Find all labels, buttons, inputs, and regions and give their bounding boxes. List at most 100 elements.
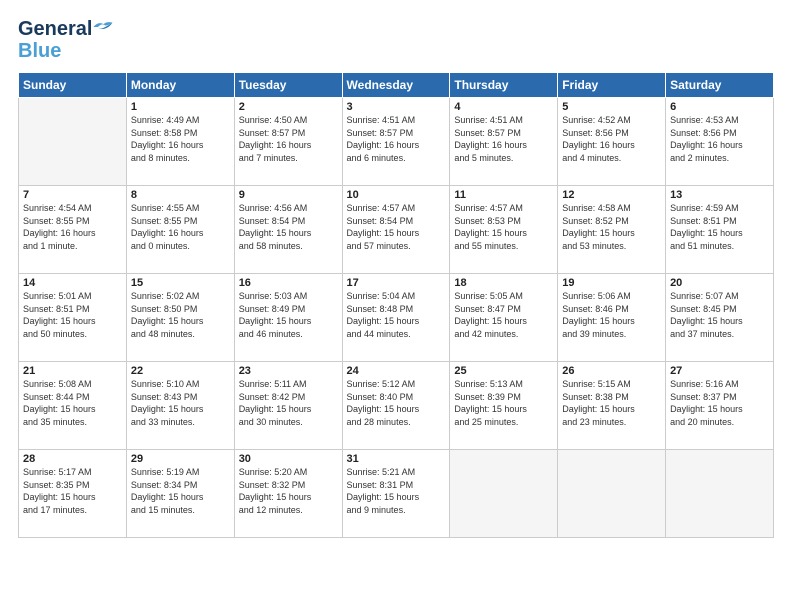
day-cell: 9Sunrise: 4:56 AMSunset: 8:54 PMDaylight…: [234, 186, 342, 274]
day-cell: 13Sunrise: 4:59 AMSunset: 8:51 PMDayligh…: [666, 186, 774, 274]
day-info: Sunrise: 5:07 AMSunset: 8:45 PMDaylight:…: [670, 290, 769, 340]
day-cell: 27Sunrise: 5:16 AMSunset: 8:37 PMDayligh…: [666, 362, 774, 450]
calendar-table: SundayMondayTuesdayWednesdayThursdayFrid…: [18, 72, 774, 538]
day-info: Sunrise: 5:08 AMSunset: 8:44 PMDaylight:…: [23, 378, 122, 428]
day-info: Sunrise: 5:01 AMSunset: 8:51 PMDaylight:…: [23, 290, 122, 340]
week-row-4: 21Sunrise: 5:08 AMSunset: 8:44 PMDayligh…: [19, 362, 774, 450]
day-cell: 7Sunrise: 4:54 AMSunset: 8:55 PMDaylight…: [19, 186, 127, 274]
day-info: Sunrise: 5:05 AMSunset: 8:47 PMDaylight:…: [454, 290, 553, 340]
day-info: Sunrise: 5:17 AMSunset: 8:35 PMDaylight:…: [23, 466, 122, 516]
day-number: 12: [562, 189, 661, 201]
day-info: Sunrise: 4:57 AMSunset: 8:53 PMDaylight:…: [454, 202, 553, 252]
day-cell: [558, 450, 666, 538]
day-number: 15: [131, 277, 230, 289]
day-cell: 25Sunrise: 5:13 AMSunset: 8:39 PMDayligh…: [450, 362, 558, 450]
col-header-saturday: Saturday: [666, 73, 774, 98]
day-cell: 16Sunrise: 5:03 AMSunset: 8:49 PMDayligh…: [234, 274, 342, 362]
day-cell: 5Sunrise: 4:52 AMSunset: 8:56 PMDaylight…: [558, 98, 666, 186]
day-number: 19: [562, 277, 661, 289]
day-info: Sunrise: 5:15 AMSunset: 8:38 PMDaylight:…: [562, 378, 661, 428]
col-header-monday: Monday: [126, 73, 234, 98]
day-number: 17: [347, 277, 446, 289]
day-info: Sunrise: 4:55 AMSunset: 8:55 PMDaylight:…: [131, 202, 230, 252]
day-cell: 18Sunrise: 5:05 AMSunset: 8:47 PMDayligh…: [450, 274, 558, 362]
day-info: Sunrise: 4:54 AMSunset: 8:55 PMDaylight:…: [23, 202, 122, 252]
day-info: Sunrise: 4:59 AMSunset: 8:51 PMDaylight:…: [670, 202, 769, 252]
day-info: Sunrise: 4:49 AMSunset: 8:58 PMDaylight:…: [131, 114, 230, 164]
col-header-thursday: Thursday: [450, 73, 558, 98]
day-cell: 3Sunrise: 4:51 AMSunset: 8:57 PMDaylight…: [342, 98, 450, 186]
day-number: 10: [347, 189, 446, 201]
day-number: 25: [454, 365, 553, 377]
day-info: Sunrise: 4:57 AMSunset: 8:54 PMDaylight:…: [347, 202, 446, 252]
day-number: 24: [347, 365, 446, 377]
col-header-friday: Friday: [558, 73, 666, 98]
day-info: Sunrise: 4:53 AMSunset: 8:56 PMDaylight:…: [670, 114, 769, 164]
day-info: Sunrise: 5:02 AMSunset: 8:50 PMDaylight:…: [131, 290, 230, 340]
col-header-sunday: Sunday: [19, 73, 127, 98]
day-info: Sunrise: 5:06 AMSunset: 8:46 PMDaylight:…: [562, 290, 661, 340]
day-cell: 10Sunrise: 4:57 AMSunset: 8:54 PMDayligh…: [342, 186, 450, 274]
day-cell: 29Sunrise: 5:19 AMSunset: 8:34 PMDayligh…: [126, 450, 234, 538]
logo-general-text: General: [18, 18, 92, 40]
day-cell: 24Sunrise: 5:12 AMSunset: 8:40 PMDayligh…: [342, 362, 450, 450]
day-number: 21: [23, 365, 122, 377]
day-info: Sunrise: 5:03 AMSunset: 8:49 PMDaylight:…: [239, 290, 338, 340]
col-header-wednesday: Wednesday: [342, 73, 450, 98]
day-info: Sunrise: 4:58 AMSunset: 8:52 PMDaylight:…: [562, 202, 661, 252]
day-cell: 28Sunrise: 5:17 AMSunset: 8:35 PMDayligh…: [19, 450, 127, 538]
day-cell: [450, 450, 558, 538]
day-cell: 23Sunrise: 5:11 AMSunset: 8:42 PMDayligh…: [234, 362, 342, 450]
day-number: 29: [131, 453, 230, 465]
day-number: 2: [239, 101, 338, 113]
day-info: Sunrise: 5:19 AMSunset: 8:34 PMDaylight:…: [131, 466, 230, 516]
logo: General Blue: [18, 18, 114, 62]
day-info: Sunrise: 5:12 AMSunset: 8:40 PMDaylight:…: [347, 378, 446, 428]
day-cell: 20Sunrise: 5:07 AMSunset: 8:45 PMDayligh…: [666, 274, 774, 362]
day-number: 26: [562, 365, 661, 377]
day-number: 20: [670, 277, 769, 289]
day-info: Sunrise: 4:52 AMSunset: 8:56 PMDaylight:…: [562, 114, 661, 164]
day-number: 5: [562, 101, 661, 113]
day-number: 28: [23, 453, 122, 465]
header: General Blue: [18, 18, 774, 62]
day-number: 4: [454, 101, 553, 113]
col-header-tuesday: Tuesday: [234, 73, 342, 98]
day-number: 22: [131, 365, 230, 377]
logo-bird-icon: [92, 19, 114, 35]
day-cell: 11Sunrise: 4:57 AMSunset: 8:53 PMDayligh…: [450, 186, 558, 274]
day-info: Sunrise: 5:21 AMSunset: 8:31 PMDaylight:…: [347, 466, 446, 516]
day-cell: 21Sunrise: 5:08 AMSunset: 8:44 PMDayligh…: [19, 362, 127, 450]
day-info: Sunrise: 4:51 AMSunset: 8:57 PMDaylight:…: [347, 114, 446, 164]
day-cell: 30Sunrise: 5:20 AMSunset: 8:32 PMDayligh…: [234, 450, 342, 538]
day-number: 11: [454, 189, 553, 201]
day-info: Sunrise: 5:16 AMSunset: 8:37 PMDaylight:…: [670, 378, 769, 428]
day-cell: 15Sunrise: 5:02 AMSunset: 8:50 PMDayligh…: [126, 274, 234, 362]
day-cell: 26Sunrise: 5:15 AMSunset: 8:38 PMDayligh…: [558, 362, 666, 450]
day-cell: 31Sunrise: 5:21 AMSunset: 8:31 PMDayligh…: [342, 450, 450, 538]
day-number: 13: [670, 189, 769, 201]
day-cell: 4Sunrise: 4:51 AMSunset: 8:57 PMDaylight…: [450, 98, 558, 186]
day-number: 6: [670, 101, 769, 113]
day-number: 8: [131, 189, 230, 201]
day-info: Sunrise: 4:51 AMSunset: 8:57 PMDaylight:…: [454, 114, 553, 164]
day-cell: 19Sunrise: 5:06 AMSunset: 8:46 PMDayligh…: [558, 274, 666, 362]
day-number: 7: [23, 189, 122, 201]
day-number: 1: [131, 101, 230, 113]
day-cell: 6Sunrise: 4:53 AMSunset: 8:56 PMDaylight…: [666, 98, 774, 186]
day-info: Sunrise: 5:13 AMSunset: 8:39 PMDaylight:…: [454, 378, 553, 428]
day-cell: 17Sunrise: 5:04 AMSunset: 8:48 PMDayligh…: [342, 274, 450, 362]
week-row-3: 14Sunrise: 5:01 AMSunset: 8:51 PMDayligh…: [19, 274, 774, 362]
day-info: Sunrise: 4:56 AMSunset: 8:54 PMDaylight:…: [239, 202, 338, 252]
day-number: 3: [347, 101, 446, 113]
week-row-5: 28Sunrise: 5:17 AMSunset: 8:35 PMDayligh…: [19, 450, 774, 538]
day-number: 18: [454, 277, 553, 289]
day-cell: [19, 98, 127, 186]
day-number: 31: [347, 453, 446, 465]
day-cell: [666, 450, 774, 538]
day-number: 30: [239, 453, 338, 465]
day-info: Sunrise: 4:50 AMSunset: 8:57 PMDaylight:…: [239, 114, 338, 164]
day-cell: 2Sunrise: 4:50 AMSunset: 8:57 PMDaylight…: [234, 98, 342, 186]
day-number: 9: [239, 189, 338, 201]
week-row-2: 7Sunrise: 4:54 AMSunset: 8:55 PMDaylight…: [19, 186, 774, 274]
